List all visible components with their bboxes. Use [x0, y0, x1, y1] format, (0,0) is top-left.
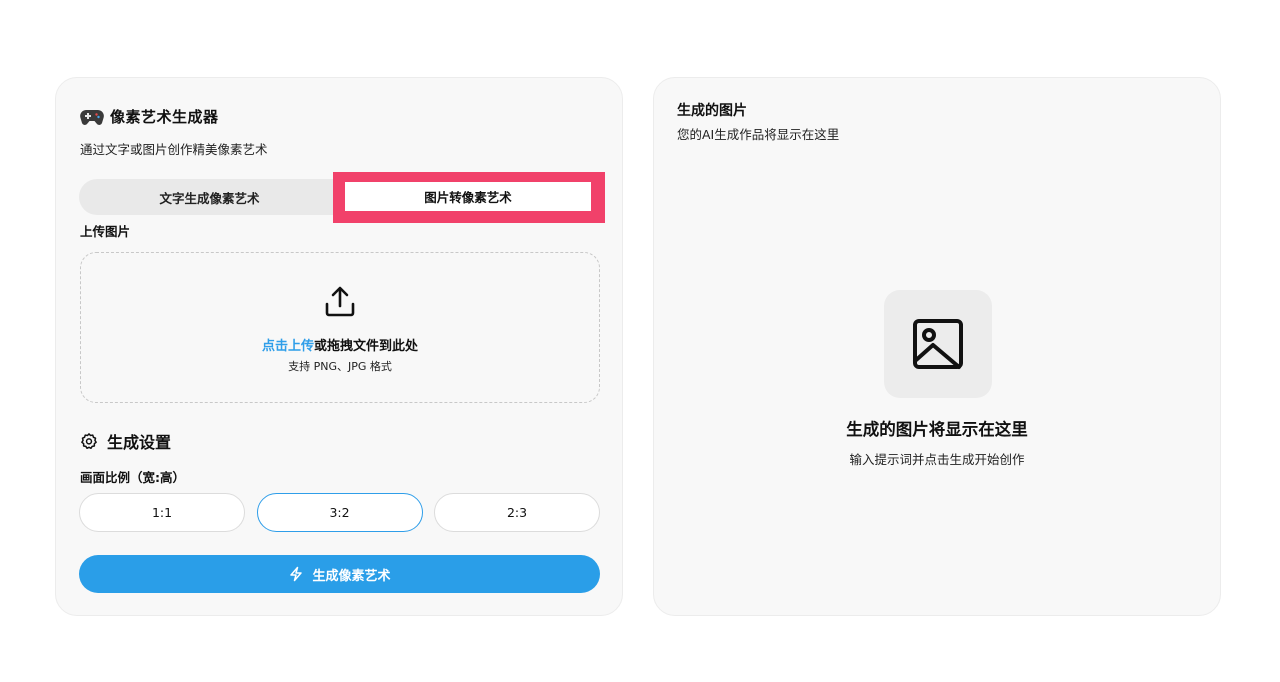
tab-text-to-pixel[interactable]: 文字生成像素艺术 [79, 179, 340, 215]
ratio-option-2-3[interactable]: 2:3 [434, 493, 600, 532]
upload-dropzone[interactable]: 点击上传或拖拽文件到此处 支持 PNG、JPG 格式 [80, 252, 600, 403]
ratio-option-3-2[interactable]: 3:2 [256, 493, 423, 532]
settings-header: 生成设置 [80, 429, 171, 453]
placeholder-hint: 输入提示词并点击生成开始创作 [849, 452, 1025, 467]
generator-panel: 像素艺术生成器 通过文字或图片创作精美像素艺术 文字生成像素艺术 图片转像素艺术… [55, 77, 623, 616]
output-title: 生成的图片 [677, 103, 747, 119]
gamepad-icon [80, 109, 104, 125]
generator-title: 像素艺术生成器 [110, 108, 219, 126]
ratio-label: 画面比例（宽:高） [80, 470, 185, 485]
click-upload-link[interactable]: 点击上传 [262, 339, 314, 354]
upload-label: 上传图片 [80, 224, 131, 239]
gear-icon [81, 433, 97, 450]
tab-image-to-pixel-highlight: 图片转像素艺术 [333, 172, 605, 223]
upload-icon [325, 286, 355, 317]
output-panel: 生成的图片 您的AI生成作品将显示在这里 生成的图片将显示在这里 输入提示词并点… [653, 77, 1221, 616]
image-icon [913, 319, 963, 369]
bolt-icon [290, 566, 303, 582]
generate-button[interactable]: 生成像素艺术 [79, 555, 600, 593]
output-subtitle: 您的AI生成作品将显示在这里 [677, 127, 840, 142]
mode-tabs: 文字生成像素艺术 图片转像素艺术 [79, 172, 605, 223]
generator-header: 像素艺术生成器 [80, 106, 219, 127]
ratio-option-1-1[interactable]: 1:1 [79, 493, 245, 532]
placeholder-title: 生成的图片将显示在这里 [846, 420, 1028, 439]
settings-title: 生成设置 [107, 433, 172, 452]
upload-format-hint: 支持 PNG、JPG 格式 [288, 360, 392, 373]
generate-button-label: 生成像素艺术 [312, 568, 391, 584]
tab-image-to-pixel[interactable]: 图片转像素艺术 [345, 182, 591, 211]
image-placeholder [884, 290, 992, 398]
drop-text: 或拖拽文件到此处 [314, 339, 419, 354]
ratio-options: 1:1 3:2 2:3 [79, 493, 600, 532]
drop-instruction: 点击上传或拖拽文件到此处 [81, 335, 599, 354]
generator-subtitle: 通过文字或图片创作精美像素艺术 [80, 142, 268, 157]
